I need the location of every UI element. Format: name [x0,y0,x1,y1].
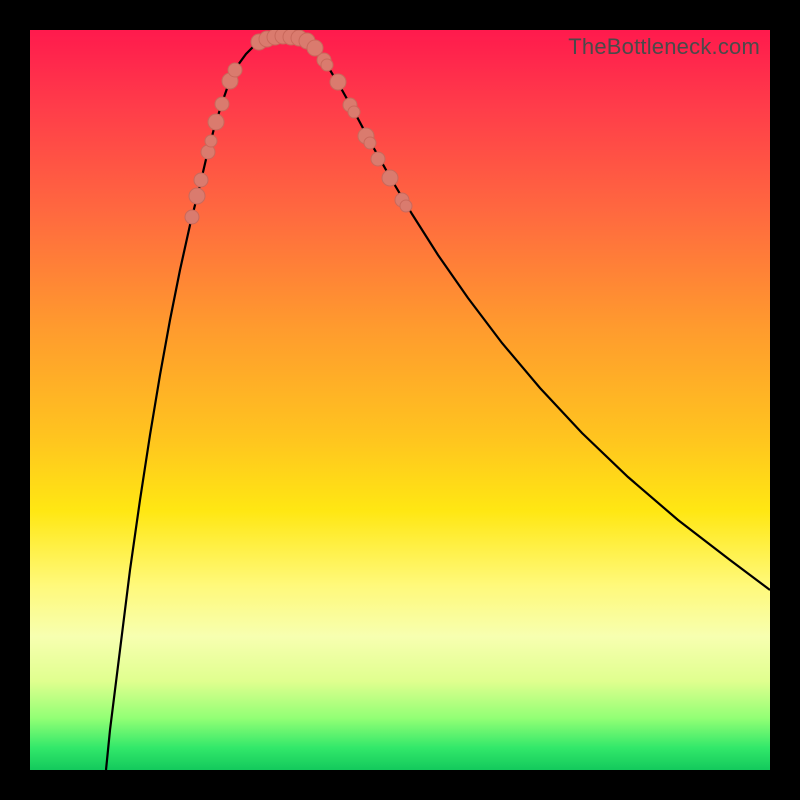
data-point [321,59,333,71]
data-point [185,210,199,224]
data-point [364,137,376,149]
data-point [330,74,346,90]
data-point [189,188,205,204]
data-point [228,63,242,77]
chart-plot-area: TheBottleneck.com [30,30,770,770]
data-point [382,170,398,186]
data-point [348,106,360,118]
data-point [400,200,412,212]
data-point [205,135,217,147]
data-point [208,114,224,130]
watermark-text: TheBottleneck.com [568,34,760,60]
dot-group [185,30,412,224]
data-point [215,97,229,111]
chart-svg [30,30,770,770]
data-point [371,152,385,166]
data-point [194,173,208,187]
